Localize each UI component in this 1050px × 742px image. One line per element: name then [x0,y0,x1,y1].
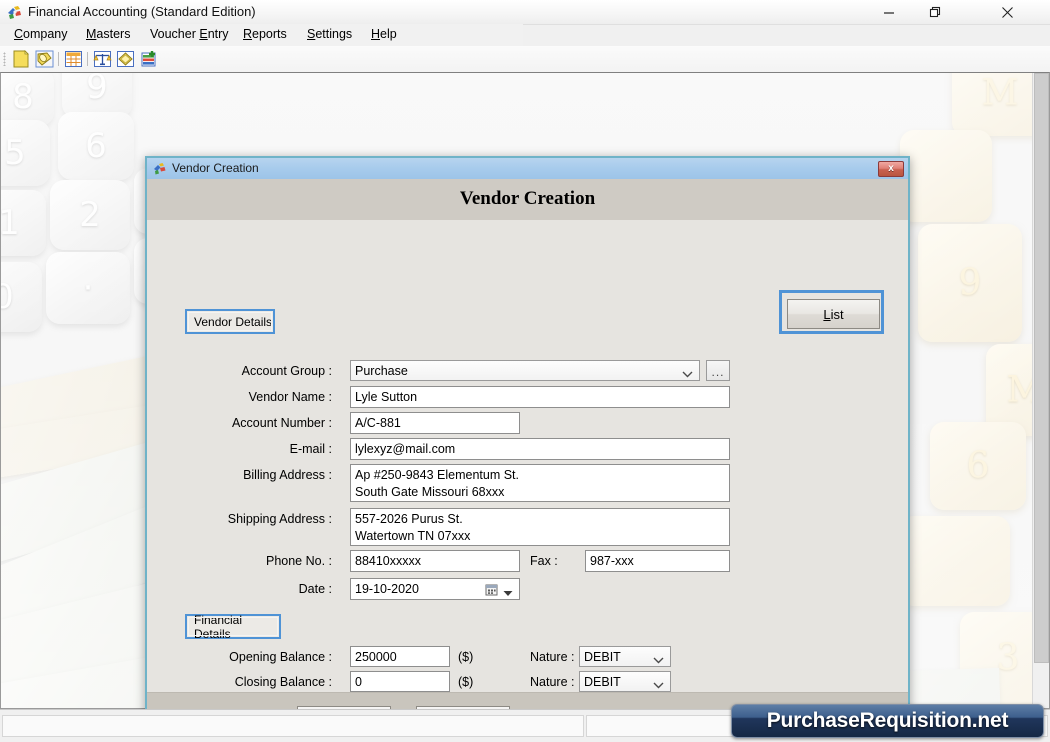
window-title: Financial Accounting (Standard Edition) [28,4,256,19]
status-pane-left [2,715,584,737]
reports-icon[interactable] [139,49,160,69]
open-company-icon[interactable] [34,49,55,69]
site-watermark: PurchaseRequisition.net [731,704,1044,738]
chevron-down-icon [653,652,664,669]
billing-address-label: Billing Address : [243,468,332,482]
account-group-select[interactable]: Purchase [350,360,700,381]
toolbar [0,46,1050,73]
closing-balance-label: Closing Balance : [234,675,332,689]
phone-label: Phone No. : [265,554,332,568]
account-number-label: Account Number : [231,416,332,430]
page-title: Vendor Creation [459,188,596,209]
app-logo-icon [152,161,167,176]
opening-balance-label: Opening Balance : [229,650,332,664]
toolbar-separator-1 [58,52,59,66]
menu-help[interactable]: Help [369,27,399,43]
vendor-name-label: Vendor Name : [248,390,332,404]
billing-address-input[interactable]: Ap #250-9843 Elementum St. South Gate Mi… [350,464,730,502]
menubar: Company Masters Voucher Entry Reports Se… [0,24,523,47]
menu-reports[interactable]: Reports [241,27,289,43]
account-group-label: Account Group : [241,364,332,378]
chevron-down-icon[interactable] [503,586,513,600]
fax-input[interactable]: 987-xxx [585,550,730,572]
dialog-header: Vendor Creation [147,179,908,220]
phone-input[interactable]: 88410xxxxx [350,550,520,572]
voucher-icon[interactable] [115,49,136,69]
closing-nature-select[interactable]: DEBIT [579,671,671,692]
window-titlebar: Financial Accounting (Standard Edition) [0,0,1050,25]
minimize-button[interactable] [866,0,912,24]
fax-label: Fax : [530,554,558,568]
menu-masters[interactable]: Masters [84,27,132,43]
ledger-table-icon[interactable] [63,49,84,69]
closing-nature-value: DEBIT [584,675,621,689]
new-company-icon[interactable] [11,49,32,69]
dialog-close-button[interactable]: x [878,161,904,177]
account-group-value: Purchase [355,364,408,378]
email-label: E-mail : [289,442,332,456]
closing-nature-label: Nature : [530,675,575,689]
opening-nature-select[interactable]: DEBIT [579,646,671,667]
menu-company[interactable]: Company [12,27,70,43]
vendor-name-input[interactable]: Lyle Sutton [350,386,730,408]
calendar-icon[interactable] [485,583,498,596]
list-button[interactable]: List [787,299,880,329]
menu-voucher-entry[interactable]: Voucher Entry [148,27,231,43]
opening-nature-value: DEBIT [584,650,621,664]
date-value: 19-10-2020 [355,582,419,596]
trial-balance-icon[interactable] [92,49,113,69]
date-picker[interactable]: 19-10-2020 [350,578,520,600]
list-button-highlight: List [779,290,884,334]
section-financial-details-label: Financial Details [194,612,243,641]
email-input[interactable]: lylexyz@mail.com [350,438,730,460]
toolbar-grip[interactable] [3,52,6,66]
section-vendor-details[interactable]: Vendor Details [185,309,275,334]
account-number-input[interactable]: A/C-881 [350,412,520,434]
mdi-client-area: 8 9 5 6 1 2 3 0 · M 9 M 6 3 [0,72,1050,709]
account-group-browse-label: ... [711,365,725,379]
site-watermark-label: PurchaseRequisition.net [766,709,1009,732]
mdi-vertical-scrollbar[interactable] [1032,72,1050,709]
opening-balance-input[interactable]: 250000 [350,646,450,667]
section-financial-details[interactable]: Financial Details [185,612,281,641]
account-group-browse-button[interactable]: ... [706,360,730,381]
dialog-titlebar[interactable]: Vendor Creation x [147,158,908,180]
section-vendor-details-label: Vendor Details [194,314,273,329]
application-window: Financial Accounting (Standard Edition) … [0,0,1050,742]
opening-nature-label: Nature : [530,650,575,664]
shipping-address-label: Shipping Address : [227,512,332,526]
maximize-restore-button[interactable] [912,0,958,24]
date-label: Date : [298,582,332,596]
dialog-title: Vendor Creation [172,161,259,175]
opening-balance-currency: ($) [458,650,474,664]
dialog-body: Vendor Details List Account Group : Purc… [147,220,908,692]
chevron-down-icon [682,366,693,383]
menu-settings[interactable]: Settings [305,27,354,43]
shipping-address-input[interactable]: 557-2026 Purus St. Watertown TN 07xxx [350,508,730,546]
mdi-scroll-thumb[interactable] [1034,73,1049,663]
closing-balance-currency: ($) [458,675,474,689]
closing-balance-input[interactable]: 0 [350,671,450,692]
dialog-close-label: x [888,163,894,174]
close-button[interactable] [984,0,1030,24]
app-logo-icon [6,4,23,21]
toolbar-separator-2 [87,52,88,66]
vendor-creation-dialog: Vendor Creation x Vendor Creation Vendor… [145,156,910,709]
